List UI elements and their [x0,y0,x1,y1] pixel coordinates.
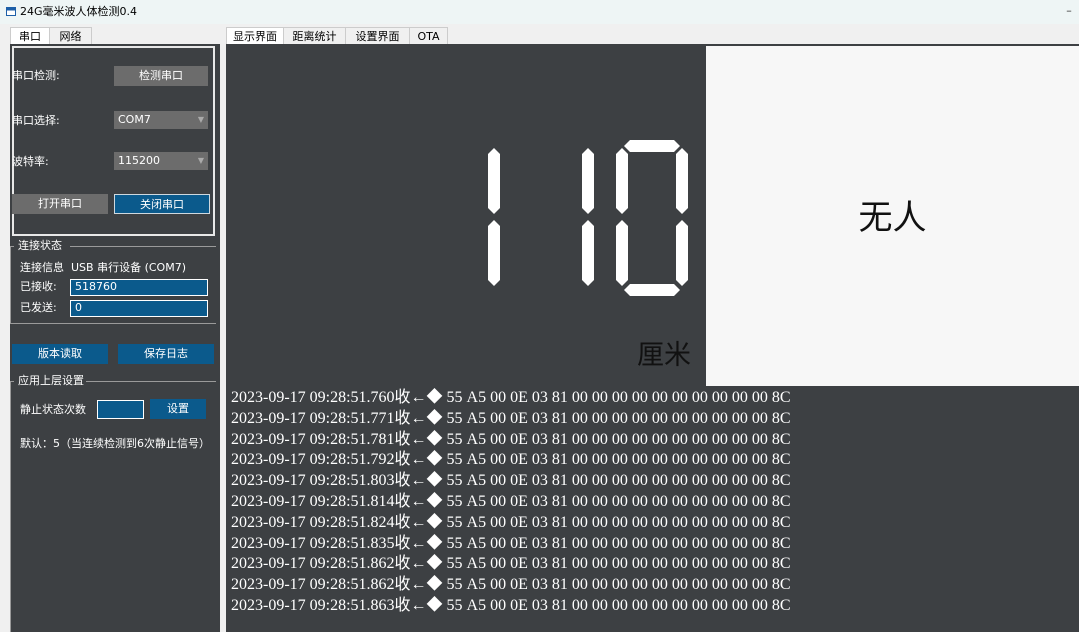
seven-segment-display [488,140,688,296]
tab-ota[interactable]: OTA [410,27,448,45]
presence-status: 无人 [858,198,927,238]
connection-group-title: 连接状态 [18,239,62,252]
tab-display[interactable]: 显示界面 [226,27,284,45]
distance-display [228,46,705,386]
digit-segment [624,140,680,152]
static-count-input[interactable] [97,400,144,419]
detect-port-label: 串口检测: [12,69,60,82]
digit-segment [488,148,500,214]
log-line: 2023-09-17 09:28:51.835收←◆ 55 A5 00 0E 0… [231,534,791,552]
sent-count-field: 0 [70,300,208,317]
log-line: 2023-09-17 09:28:51.824收←◆ 55 A5 00 0E 0… [231,513,791,531]
window-title: 24G毫米波人体检测0.4 [20,5,138,18]
minimize-button[interactable]: – [1062,3,1076,19]
port-select-label: 串口选择: [12,114,60,127]
open-port-button[interactable]: 打开串口 [12,194,108,214]
baud-rate-label: 波特率: [12,155,49,168]
log-line: 2023-09-17 09:28:51.792收←◆ 55 A5 00 0E 0… [231,451,791,469]
digit-segment [676,220,688,286]
read-version-button[interactable]: 版本读取 [12,344,108,364]
log-line: 2023-09-17 09:28:51.862收←◆ 55 A5 00 0E 0… [231,555,791,573]
log-line: 2023-09-17 09:28:51.863收←◆ 55 A5 00 0E 0… [231,597,791,614]
log-line: 2023-09-17 09:28:51.781收←◆ 55 A5 00 0E 0… [231,430,791,448]
group-border [10,381,11,632]
detect-port-button[interactable]: 检测串口 [114,66,208,86]
baud-rate-select[interactable]: 115200 ▼ [114,152,208,170]
tab-distance-stats[interactable]: 距离统计 [284,27,346,45]
chevron-down-icon: ▼ [197,156,205,165]
connection-info-value: USB 串行设备 (COM7) [71,261,186,274]
app-settings-group-title: 应用上层设置 [18,374,84,387]
log-line: 2023-09-17 09:28:51.862收←◆ 55 A5 00 0E 0… [231,576,791,594]
close-port-button[interactable]: 关闭串口 [114,194,210,214]
log-line: 2023-09-17 09:28:51.814收←◆ 55 A5 00 0E 0… [231,493,791,510]
log-line: 2023-09-17 09:28:51.803收←◆ 55 A5 00 0E 0… [231,472,791,490]
default-note: 默认：5（当连续检测到6次静止信号） [20,437,210,450]
tab-settings[interactable]: 设置界面 [346,27,410,45]
received-label: 已接收: [20,280,57,293]
digit-segment [624,284,680,296]
chevron-down-icon: ▼ [197,115,205,124]
left-tab-bar: 串口 网络 [10,27,220,45]
digit-segment [582,220,594,286]
group-border [10,323,216,324]
digit-segment [488,220,500,286]
log-line: 2023-09-17 09:28:51.771收←◆ 55 A5 00 0E 0… [231,409,791,427]
group-border [86,381,216,382]
received-count-field: 518760 [70,279,208,296]
digit-segment [582,148,594,214]
app-icon [6,7,16,16]
sent-label: 已发送: [20,301,57,314]
tab-network[interactable]: 网络 [50,27,92,45]
group-border [10,246,11,324]
baud-rate-value: 115200 [118,154,160,167]
log-line: 2023-09-17 09:28:51.760收←◆ 55 A5 00 0E 0… [231,389,791,406]
port-select-value: COM7 [118,113,151,126]
port-select[interactable]: COM7 ▼ [114,111,208,129]
digit-segment [616,220,628,286]
connection-info-label: 连接信息 [20,261,64,274]
group-border [70,246,216,247]
distance-digits [488,140,688,296]
static-count-label: 静止状态次数 [20,403,86,416]
set-static-count-button[interactable]: 设置 [150,399,206,419]
digit-segment [616,148,628,214]
title-bar [0,0,1079,24]
digit-segment [676,148,688,214]
save-log-button[interactable]: 保存日志 [118,344,214,364]
tab-serial[interactable]: 串口 [10,27,50,45]
distance-unit: 厘米 [637,340,691,371]
